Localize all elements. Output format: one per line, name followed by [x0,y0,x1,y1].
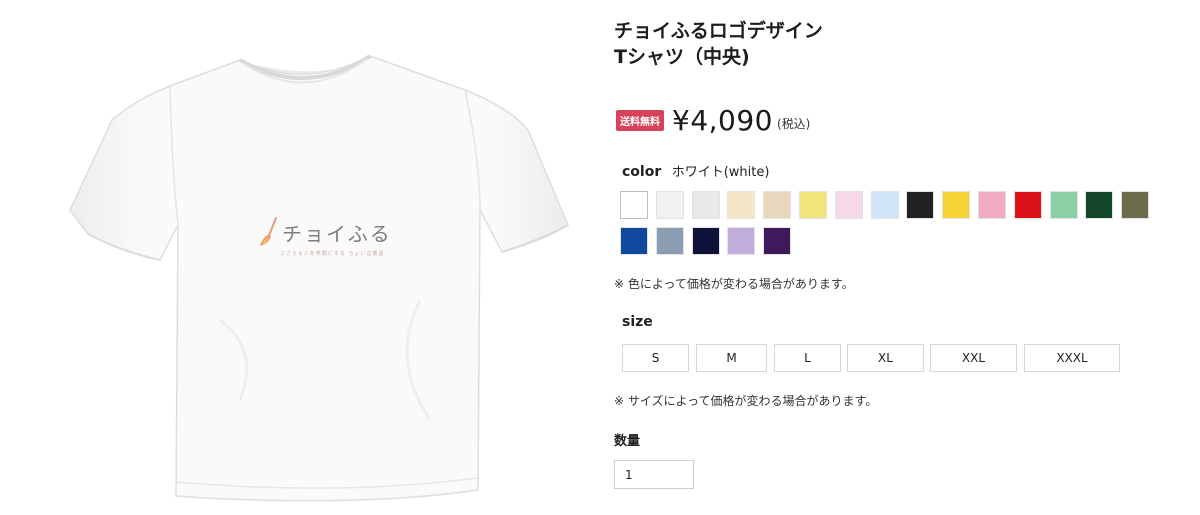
product-title-line1: チョイふるロゴデザイン [614,20,823,42]
size-price-note: ※ サイズによって価格が変わる場合があります。 [614,394,878,408]
color-swatch-light-blue[interactable] [870,191,899,219]
color-swatch-beige[interactable] [763,191,792,219]
color-swatch-light-yellow[interactable] [799,191,827,219]
quantity-input[interactable] [614,460,694,489]
size-option-m[interactable]: M [696,344,767,372]
color-swatch-navy[interactable] [691,227,720,255]
color-swatch-light-gray[interactable] [691,191,720,219]
color-swatch-royal-blue[interactable] [620,227,648,255]
shirt-logo-text: チョイふる [282,222,392,246]
size-option-xxxl[interactable]: XXXL [1024,344,1120,372]
color-swatch-forest[interactable] [1085,191,1114,219]
color-swatch-yellow[interactable] [942,191,971,219]
product-detail-panel: チョイふるロゴデザイン Tシャツ（中央) 送料無料 ¥4,090 (税込) co… [614,18,1174,489]
size-option-xl[interactable]: XL [847,344,924,372]
color-swatch-light-pink[interactable] [834,191,863,219]
size-label: size [622,314,653,330]
price-row: 送料無料 ¥4,090 (税込) [616,104,810,137]
color-swatch-mint[interactable] [1049,191,1078,219]
tax-note: (税込) [776,117,811,131]
color-swatch-purple[interactable] [763,227,792,255]
color-swatch-pink[interactable] [978,191,1006,219]
color-swatch-natural[interactable] [727,191,756,219]
tshirt-illustration [69,54,569,502]
shirt-logo-tagline: ささえる人を笑顔にする ちょい古着屋 [280,251,385,257]
color-label-title: color [622,164,662,180]
size-option-xxl[interactable]: XXL [930,344,1017,372]
product-title-line2: Tシャツ（中央) [614,46,750,68]
price: ¥4,090 [672,104,773,137]
free-shipping-badge: 送料無料 [616,110,664,131]
color-swatch-black[interactable] [906,191,935,219]
color-swatch-blue-gray[interactable] [655,227,684,255]
color-swatch-ash[interactable] [655,191,684,219]
selected-color-value: ホワイト(white) [671,165,770,180]
color-swatch-lavender[interactable] [727,227,756,255]
color-swatch-white[interactable] [620,191,648,219]
color-swatch-red[interactable] [1013,191,1042,219]
quantity-label: 数量 [614,434,641,449]
color-label: color ホワイト(white) [622,161,769,180]
color-swatch-olive[interactable] [1121,191,1150,219]
product-image: チョイふる ささえる人を笑顔にする ちょい古着屋 [40,20,600,515]
color-price-note: ※ 色によって価格が変わる場合があります。 [614,277,854,291]
product-title: チョイふるロゴデザイン Tシャツ（中央) [614,18,1174,70]
size-option-s[interactable]: S [622,344,689,372]
size-option-l[interactable]: L [774,344,841,372]
